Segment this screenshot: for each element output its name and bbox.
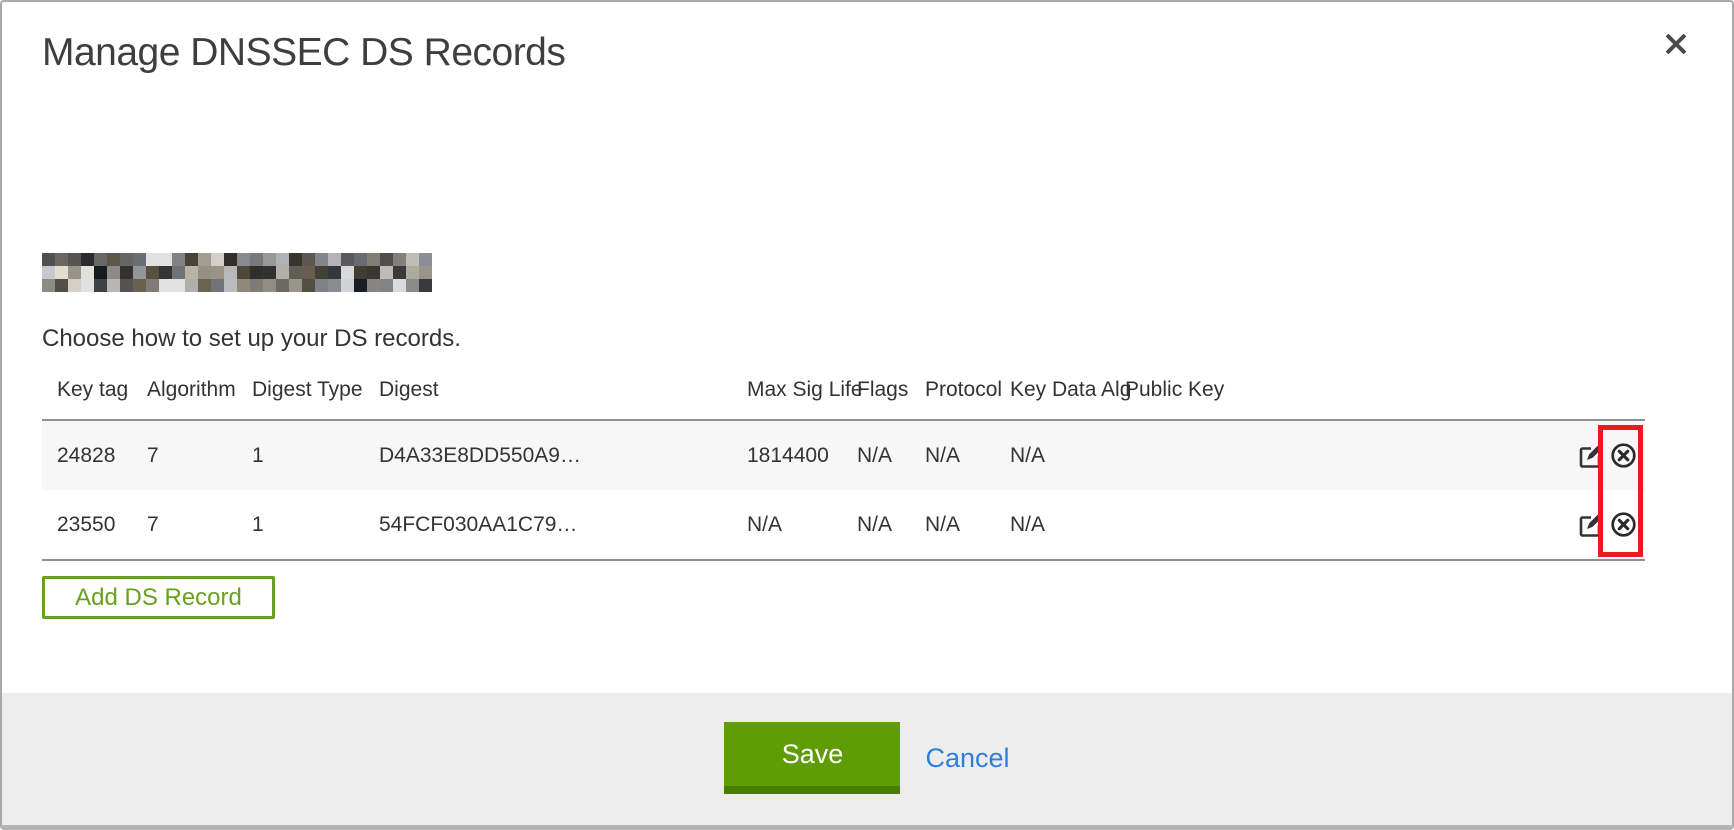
table-cell: N/A [910,490,995,560]
column-header: Algorithm [132,358,237,420]
table-cell: N/A [732,490,842,560]
column-header: Public Key [1110,358,1560,420]
table-cell: N/A [842,490,910,560]
edit-record-button[interactable] [1578,443,1604,469]
close-icon [1663,31,1689,57]
table-header-row: Key tagAlgorithmDigest TypeDigestMax Sig… [42,358,1645,420]
ds-records-table: Key tagAlgorithmDigest TypeDigestMax Sig… [42,358,1645,561]
table-cell: 23550 [42,490,132,560]
dialog-footer: Save Cancel [2,693,1732,825]
close-button[interactable] [1660,28,1692,60]
edit-record-icon [1578,443,1604,469]
table-cell: 1814400 [732,420,842,490]
table-row: 235507154FCF030AA1C79…N/AN/AN/AN/A [42,490,1645,560]
table-cell: 1 [237,420,364,490]
column-header: Digest [364,358,732,420]
edit-record-icon [1578,512,1604,538]
save-button[interactable]: Save [724,722,900,794]
column-header: Key tag [42,358,132,420]
add-ds-record-button[interactable]: Add DS Record [42,576,275,619]
table-cell: 54FCF030AA1C79… [364,490,732,560]
page-title: Manage DNSSEC DS Records [42,30,1732,76]
table-cell [1110,490,1560,560]
column-header-actions [1560,358,1645,420]
table-cell: N/A [995,490,1110,560]
table-cell [1110,420,1560,490]
manage-dnssec-dialog: Manage DNSSEC DS Records Choose how to s… [0,0,1734,830]
table-cell: N/A [910,420,995,490]
column-header: Key Data Alg [995,358,1110,420]
delete-record-icon [1610,442,1637,469]
ds-records-table-wrap: Key tagAlgorithmDigest TypeDigestMax Sig… [42,358,1645,561]
table-cell: N/A [842,420,910,490]
cancel-link[interactable]: Cancel [925,743,1009,774]
table-row: 2482871D4A33E8DD550A9…1814400N/AN/AN/A [42,420,1645,490]
column-header: Digest Type [237,358,364,420]
delete-record-icon [1610,511,1637,538]
delete-record-button[interactable] [1610,442,1637,469]
table-cell: 7 [132,490,237,560]
table-cell-actions [1560,420,1645,490]
table-cell: 7 [132,420,237,490]
table-cell-actions [1560,490,1645,560]
delete-record-button[interactable] [1610,511,1637,538]
instruction-text: Choose how to set up your DS records. [42,325,1732,353]
edit-record-button[interactable] [1578,512,1604,538]
column-header: Protocol [910,358,995,420]
table-cell: N/A [995,420,1110,490]
table-cell: D4A33E8DD550A9… [364,420,732,490]
table-cell: 1 [237,490,364,560]
column-header: Max Sig Life [732,358,842,420]
redacted-domain-name [42,253,432,292]
table-cell: 24828 [42,420,132,490]
